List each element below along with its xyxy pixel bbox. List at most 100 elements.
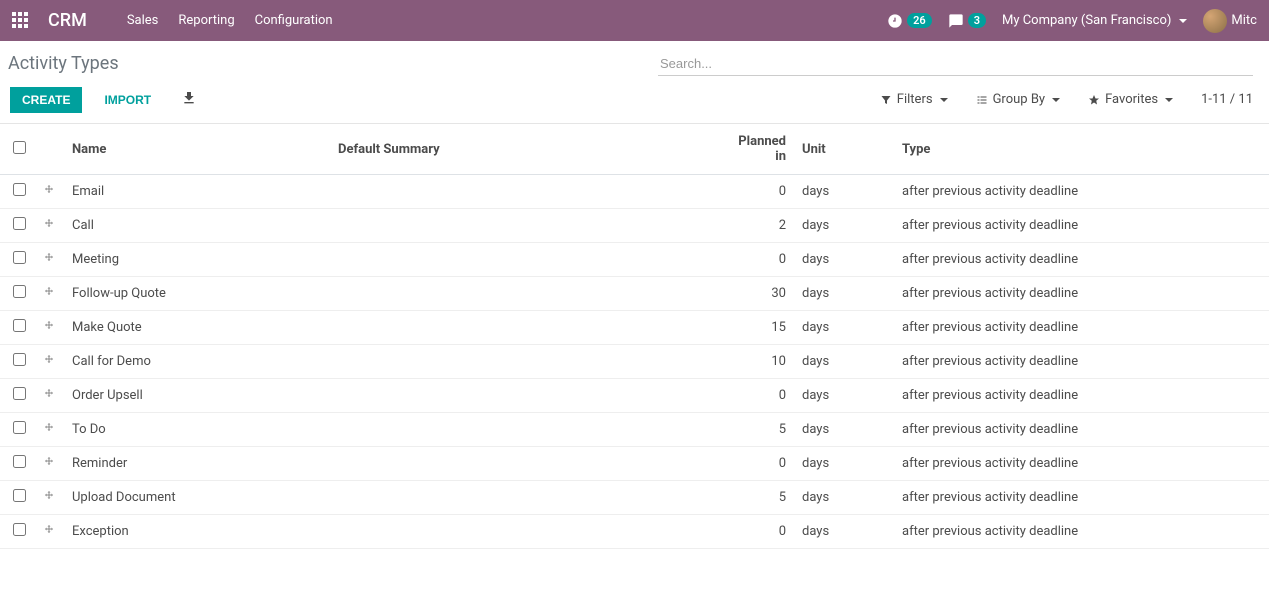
search-input[interactable] — [658, 52, 1253, 75]
cell-unit: days — [794, 209, 894, 243]
row-checkbox[interactable] — [13, 421, 26, 434]
table-row[interactable]: Meeting 0daysafter previous activity dead… — [0, 243, 1269, 277]
cell-name: Call — [64, 209, 330, 243]
favorites-dropdown[interactable]: Favorites — [1088, 92, 1173, 107]
cell-type: after previous activity deadline — [894, 481, 1269, 515]
company-selector[interactable]: My Company (San Francisco) — [1002, 13, 1187, 28]
funnel-icon — [880, 94, 892, 106]
drag-handle-icon[interactable] — [34, 515, 64, 549]
table-row[interactable]: Exception0daysafter previous activity de… — [0, 515, 1269, 549]
top-navbar: CRM Sales Reporting Configuration 26 3 M… — [0, 0, 1269, 41]
cell-unit: days — [794, 277, 894, 311]
pager[interactable]: 1-11 / 11 — [1201, 92, 1253, 107]
cell-unit: days — [794, 515, 894, 549]
cell-unit: days — [794, 311, 894, 345]
groupby-label: Group By — [993, 92, 1046, 107]
cell-name: Follow-up Quote — [64, 277, 330, 311]
cell-summary — [330, 209, 720, 243]
cell-name: Make Quote — [64, 311, 330, 345]
messaging-indicator[interactable]: 3 — [948, 13, 986, 29]
cell-type: after previous activity deadline — [894, 379, 1269, 413]
cell-planned: 15 — [720, 311, 794, 345]
user-menu[interactable]: Mitc — [1203, 9, 1257, 33]
table-row[interactable]: Make Quote 15daysafter previous activity … — [0, 311, 1269, 345]
create-button[interactable]: CREATE — [10, 87, 82, 113]
row-checkbox[interactable] — [13, 319, 26, 332]
table-row[interactable]: To Do5daysafter previous activity deadli… — [0, 413, 1269, 447]
cell-type: after previous activity deadline — [894, 515, 1269, 549]
cell-summary — [330, 413, 720, 447]
table-row[interactable]: Order Upsell0daysafter previous activity… — [0, 379, 1269, 413]
cell-planned: 0 — [720, 175, 794, 209]
cell-summary — [330, 311, 720, 345]
row-checkbox[interactable] — [13, 523, 26, 536]
row-checkbox[interactable] — [13, 285, 26, 298]
col-header-planned[interactable]: Planned in — [720, 124, 794, 175]
drag-handle-icon[interactable] — [34, 447, 64, 481]
cell-planned: 5 — [720, 481, 794, 515]
cell-unit: days — [794, 379, 894, 413]
drag-handle-icon[interactable] — [34, 277, 64, 311]
row-checkbox[interactable] — [13, 353, 26, 366]
chat-icon — [948, 13, 964, 29]
row-checkbox[interactable] — [13, 455, 26, 468]
drag-handle-icon[interactable] — [34, 311, 64, 345]
drag-handle-icon[interactable] — [34, 413, 64, 447]
chevron-down-icon — [1052, 98, 1060, 102]
row-checkbox[interactable] — [13, 489, 26, 502]
table-row[interactable]: Call2daysafter previous activity deadlin… — [0, 209, 1269, 243]
select-all-checkbox[interactable] — [13, 141, 26, 154]
activity-indicator[interactable]: 26 — [887, 13, 932, 29]
table-row[interactable]: Follow-up Quote30daysafter previous acti… — [0, 277, 1269, 311]
table-row[interactable]: Email0daysafter previous activity deadli… — [0, 175, 1269, 209]
nav-sales[interactable]: Sales — [127, 13, 159, 28]
import-button[interactable]: IMPORT — [94, 87, 161, 113]
col-header-type[interactable]: Type — [894, 124, 1269, 175]
drag-handle-icon[interactable] — [34, 175, 64, 209]
nav-configuration[interactable]: Configuration — [255, 13, 333, 28]
export-button[interactable] — [173, 86, 205, 113]
cell-unit: days — [794, 413, 894, 447]
row-checkbox[interactable] — [13, 217, 26, 230]
download-icon — [181, 90, 197, 106]
row-checkbox[interactable] — [13, 183, 26, 196]
cell-planned: 0 — [720, 243, 794, 277]
cell-type: after previous activity deadline — [894, 311, 1269, 345]
col-header-summary[interactable]: Default Summary — [330, 124, 720, 175]
cell-type: after previous activity deadline — [894, 243, 1269, 277]
cell-name: To Do — [64, 413, 330, 447]
cell-name: Reminder — [64, 447, 330, 481]
col-header-name[interactable]: Name — [64, 124, 330, 175]
table-row[interactable]: Call for Demo10daysafter previous activi… — [0, 345, 1269, 379]
drag-handle-icon[interactable] — [34, 243, 64, 277]
drag-handle-icon[interactable] — [34, 345, 64, 379]
drag-handle-icon[interactable] — [34, 379, 64, 413]
activity-types-table: Name Default Summary Planned in Unit Typ… — [0, 124, 1269, 549]
cell-unit: days — [794, 243, 894, 277]
clock-icon — [887, 13, 903, 29]
filters-dropdown[interactable]: Filters — [880, 92, 948, 107]
list-icon — [976, 94, 988, 106]
drag-handle-icon[interactable] — [34, 209, 64, 243]
breadcrumb: Activity Types — [8, 49, 119, 78]
star-icon — [1088, 94, 1100, 106]
groupby-dropdown[interactable]: Group By — [976, 92, 1061, 107]
cell-summary — [330, 481, 720, 515]
avatar — [1203, 9, 1227, 33]
row-checkbox[interactable] — [13, 251, 26, 264]
row-checkbox[interactable] — [13, 387, 26, 400]
app-brand[interactable]: CRM — [48, 10, 87, 31]
chevron-down-icon — [940, 98, 948, 102]
drag-handle-icon[interactable] — [34, 481, 64, 515]
table-row[interactable]: Reminder0daysafter previous activity dea… — [0, 447, 1269, 481]
col-header-unit[interactable]: Unit — [794, 124, 894, 175]
cell-unit: days — [794, 447, 894, 481]
cell-summary — [330, 447, 720, 481]
cell-name: Order Upsell — [64, 379, 330, 413]
cell-type: after previous activity deadline — [894, 413, 1269, 447]
cell-type: after previous activity deadline — [894, 447, 1269, 481]
apps-icon[interactable] — [12, 12, 30, 30]
table-row[interactable]: Upload Document5daysafter previous activ… — [0, 481, 1269, 515]
cell-name: Meeting — [64, 243, 330, 277]
nav-reporting[interactable]: Reporting — [178, 13, 234, 28]
